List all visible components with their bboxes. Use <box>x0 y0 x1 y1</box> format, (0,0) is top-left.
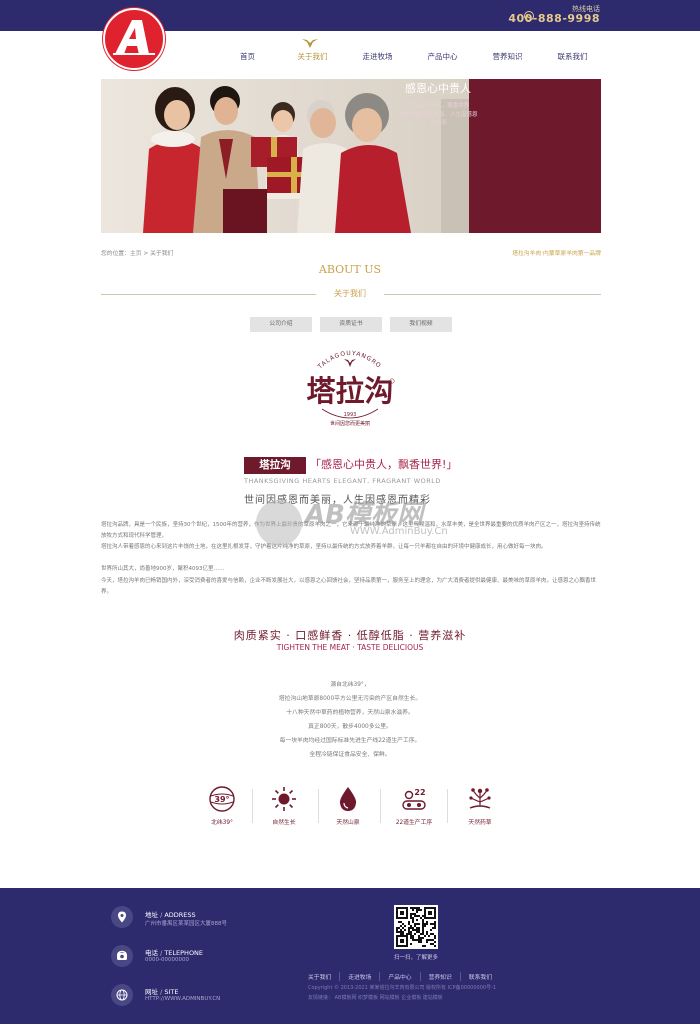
features-title: 肉质紧实 · 口感鲜香 · 低醇低脂 · 营养滋补 <box>233 629 467 642</box>
feature-sun: 自然生长 <box>259 786 309 826</box>
phone-title: 电话 / TELEPHONE <box>145 949 204 957</box>
latitude-39-icon: 39° <box>209 786 235 812</box>
hotline-number: 400-888-9998 <box>508 12 600 25</box>
location-pin-icon <box>118 911 126 923</box>
friend-links[interactable]: 友情链接： AB模板网 织梦模板 网站模板 企业模板 建站模板 <box>308 994 443 1001</box>
banner-title: 感恩心中贵人 <box>405 82 471 95</box>
watermark-logo-icon <box>256 500 302 546</box>
herb-icon <box>469 788 491 809</box>
web-title: 网址 / SITE <box>145 988 179 996</box>
brand-quote: 「感恩心中贵人，飘香世界!」 <box>310 458 458 471</box>
telephone-icon <box>117 950 127 960</box>
poem-line: 全程冷链保证食品安全、保鲜。 <box>309 752 391 758</box>
feature-spring: 天然山泉 <box>323 786 373 826</box>
section-title-en: ABOUT US <box>318 263 382 276</box>
phone-value: 0000-00000000 <box>145 957 189 963</box>
nav-item[interactable]: 走进牧场 <box>345 48 410 66</box>
logo-a-icon <box>113 20 155 55</box>
site-footer <box>0 888 700 1024</box>
banner-text-panel <box>469 79 601 233</box>
nav-item[interactable]: 关于我们 <box>280 48 345 66</box>
banner-line: 世间因感恩而美丽，人生因感恩而精彩 <box>400 112 478 126</box>
footer-nav-item[interactable]: 关于我们 <box>308 972 341 981</box>
intro-paragraph: 世界所山其大，尚善地900岁，聚积4093亿里…… <box>101 566 225 572</box>
sun-icon <box>272 787 296 811</box>
feature-label: 22道生产工序 <box>395 820 433 826</box>
banner-line: 感恩心中贵人，飘香世界 <box>408 103 470 109</box>
footer-nav-item[interactable]: 营养知识 <box>421 972 461 981</box>
watermark-url: WWW.AdminBuy.Cn <box>350 526 448 537</box>
feature-divider <box>380 789 381 823</box>
brand-arc-text: TALAGOUYANGROU <box>295 338 381 371</box>
nav-item[interactable]: 联系我们 <box>540 48 605 66</box>
main-nav: 首页 关于我们 走进牧场 产品中心 营养知识 联系我们 <box>215 48 605 66</box>
tab-certificates[interactable]: 资质证书 <box>320 317 382 332</box>
footer-nav-item[interactable]: 联系我们 <box>461 972 500 981</box>
brand-tag: 塔拉沟 <box>244 457 306 474</box>
nav-item[interactable]: 营养知识 <box>475 48 540 66</box>
features-title-en: TIGHTEN THE MEAT · TASTE DELICIOUS <box>276 643 424 652</box>
footer-nav-item[interactable]: 走进牧场 <box>340 972 381 981</box>
brand-quote-en: THANKSGIVING HEARTS ELEGANT, FRAGRANT WO… <box>244 477 441 485</box>
brand-logo: TALAGOUYANGROU 塔拉沟 1993 世间因您而更美丽 <box>295 338 402 433</box>
nav-item[interactable]: 产品中心 <box>410 48 475 66</box>
feature-label: 天然药草 <box>468 820 492 826</box>
brand-name: 塔拉沟 <box>306 374 393 408</box>
poem-line: 真正800天，散步4000多公里。 <box>308 724 392 730</box>
poem-line: 每一块羊肉均经过国际标准先进生产线22道生产工序。 <box>279 738 421 744</box>
site-logo[interactable] <box>103 8 165 70</box>
globe-icon <box>116 989 128 1001</box>
svg-text:39°: 39° <box>214 795 229 804</box>
feature-label: 天然山泉 <box>336 820 360 826</box>
feature-divider <box>252 789 253 823</box>
water-drop-icon <box>339 787 357 811</box>
intro-paragraph: 塔拉沟人带着感恩的心来到这片丰饶的土地，在这里扎根发芽，守护着这片纯净的草原，坚… <box>101 544 547 550</box>
hero-banner <box>101 79 601 233</box>
poem-line: 十八种天然中草药的植物营养，天然山泉水滋养。 <box>286 710 414 716</box>
address-title: 地址 / ADDRESS <box>145 911 196 919</box>
breadcrumb[interactable]: 您的位置：主页 > 关于我们 <box>101 248 173 257</box>
address-icon-wrap <box>111 906 133 928</box>
web-value[interactable]: HTTP://WWW.ADMINBUY.CN <box>145 996 220 1002</box>
footer-nav-item[interactable]: 产品中心 <box>380 972 421 981</box>
feature-divider <box>447 789 448 823</box>
feature-label: 自然生长 <box>272 820 296 826</box>
feature-latitude: 39° 北纬39° <box>197 786 247 826</box>
svg-text:TALAGOUYANGROU: TALAGOUYANGROU <box>298 343 383 371</box>
tab-company-intro[interactable]: 公司介绍 <box>250 317 312 332</box>
intro-paragraph: 今天，塔拉沟羊肉已畅销国内外，深受消费者的喜爱与信赖，企业不断发展壮大，以感恩之… <box>101 578 597 595</box>
header-slogan: 塔拉沟羊肉·内蒙草原羊肉第一品牌 <box>512 251 601 257</box>
brand-year: 1993 <box>344 412 357 418</box>
tab-videos[interactable]: 我们视频 <box>390 317 452 332</box>
phone-icon-wrap <box>111 945 133 967</box>
address-value: 广州市番禺区某某园区大厦888号 <box>145 921 227 927</box>
poem-line: 塔拉沟山地草原8000平方公里无污染的产区自然生长。 <box>278 696 422 702</box>
brand-motto: 世间因您而更美丽 <box>330 420 370 427</box>
feature-herbs: 天然药草 <box>455 786 505 826</box>
feature-process: 22 22道生产工序 <box>389 786 439 826</box>
poem-line: 源自北纬39°， <box>330 682 370 688</box>
process-22-icon: 22 <box>402 788 426 810</box>
svg-text:22: 22 <box>414 788 425 797</box>
brand-emblem: TALAGOUYANGROU 塔拉沟 1993 世间因您而更美丽 <box>295 338 395 427</box>
feature-label: 北纬39° <box>211 820 233 826</box>
copyright: Copyright © 2013-2021 某某塔拉沟羊肉有限公司 版权所有 I… <box>308 985 497 991</box>
nav-item[interactable]: 首页 <box>215 48 280 66</box>
footer-nav: 关于我们 走进牧场 产品中心 营养知识 联系我们 <box>308 972 500 981</box>
qr-code <box>394 905 438 949</box>
web-icon-wrap <box>111 984 133 1006</box>
qr-caption: 扫一扫，了解更多 <box>393 955 438 961</box>
section-title-cn: 关于我们 <box>334 289 366 298</box>
